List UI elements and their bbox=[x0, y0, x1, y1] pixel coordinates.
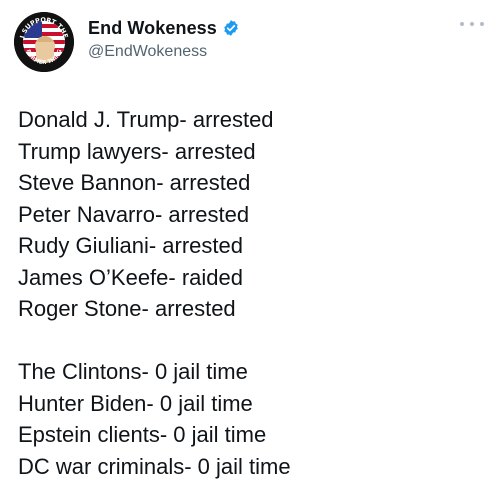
more-dot bbox=[470, 22, 474, 26]
tweet-line: DC war criminals- 0 jail time bbox=[18, 453, 291, 479]
handle[interactable]: @EndWokeness bbox=[88, 41, 240, 63]
tweet: I SUPPORT THE FORMER THING End Wokeness … bbox=[0, 0, 500, 492]
avatar-image: I SUPPORT THE FORMER THING bbox=[14, 12, 74, 72]
tweet-line: Epstein clients- 0 jail time bbox=[18, 422, 267, 447]
display-name-row: End Wokeness bbox=[88, 16, 240, 40]
tweet-line: Donald J. Trump- arrested bbox=[18, 107, 274, 132]
tweet-line: James O’Keefe- raided bbox=[18, 264, 243, 290]
tweet-line: Steve Bannon- arrested bbox=[18, 170, 251, 195]
avatar[interactable]: I SUPPORT THE FORMER THING bbox=[14, 12, 74, 72]
tweet-line: Roger Stone- arrested bbox=[18, 296, 236, 321]
tweet-line: Rudy Giuliani- arrested bbox=[18, 233, 243, 258]
tweet-text: Donald J. Trump- arrested Trump lawyers-… bbox=[18, 104, 488, 482]
display-name[interactable]: End Wokeness bbox=[88, 16, 217, 40]
tweet-line: The Clintons- 0 jail time bbox=[18, 359, 248, 384]
more-horizontal-icon[interactable] bbox=[460, 18, 484, 30]
verified-badge-icon bbox=[222, 19, 240, 37]
more-dot bbox=[480, 22, 484, 26]
author-block: End Wokeness @EndWokeness bbox=[88, 16, 240, 63]
tweet-line: Trump lawyers- arrested bbox=[18, 138, 256, 164]
tweet-line: Hunter Biden- 0 jail time bbox=[18, 390, 253, 416]
more-dot bbox=[460, 22, 464, 26]
tweet-line: Peter Navarro- arrested bbox=[18, 201, 250, 227]
